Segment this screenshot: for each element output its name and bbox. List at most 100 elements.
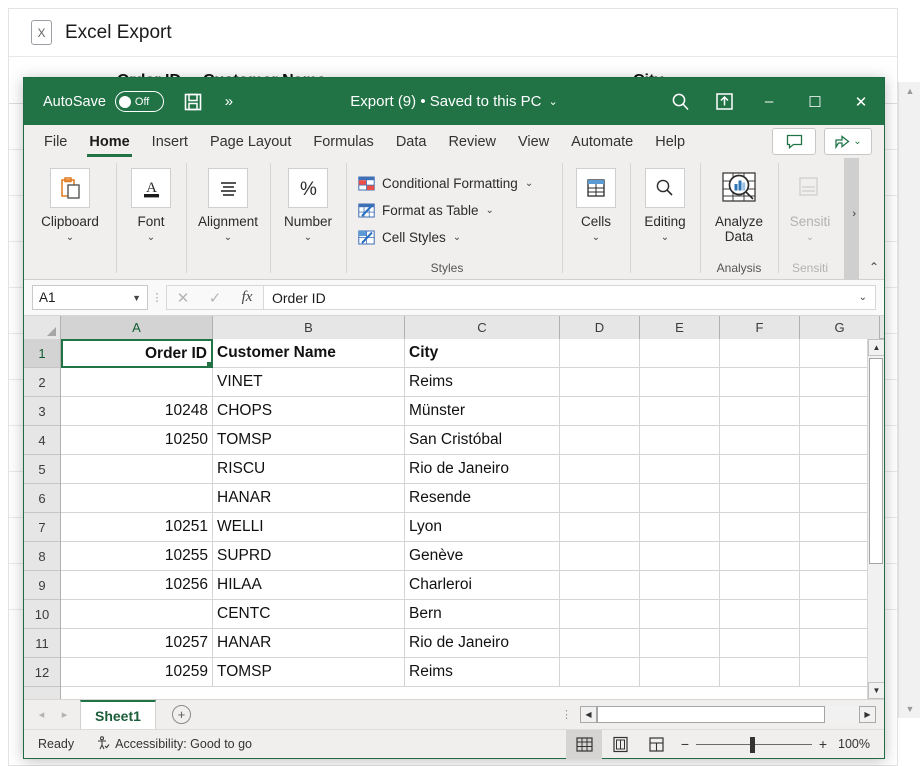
select-all-button[interactable] (24, 316, 61, 339)
column-header-c[interactable]: C (405, 316, 560, 339)
scroll-left-icon[interactable]: ◀ (580, 706, 597, 723)
cell-C11[interactable]: Rio de Janeiro (405, 629, 560, 658)
cell-E3[interactable] (640, 397, 720, 426)
cell-A2[interactable] (61, 368, 213, 397)
cell-D8[interactable] (560, 542, 640, 571)
column-header-b[interactable]: B (213, 316, 405, 339)
row-header-10[interactable]: 10 (24, 600, 60, 629)
conditional-formatting-button[interactable]: Conditional Formatting ⌄ (358, 170, 533, 197)
chevron-down-icon[interactable]: ⌄ (592, 232, 600, 243)
formula-input[interactable]: Order ID ⌄ (263, 285, 876, 310)
alignment-button[interactable]: Alignment ⌄ (186, 164, 270, 243)
tab-automate[interactable]: Automate (561, 130, 643, 153)
tab-file[interactable]: File (34, 130, 77, 153)
cell-F3[interactable] (720, 397, 800, 426)
enter-formula-icon[interactable]: ✓ (199, 289, 231, 307)
cell-C6[interactable]: Resende (405, 484, 560, 513)
cell-F11[interactable] (720, 629, 800, 658)
cell-C8[interactable]: Genève (405, 542, 560, 571)
cell-E8[interactable] (640, 542, 720, 571)
row-header-11[interactable]: 11 (24, 629, 60, 658)
cell-D7[interactable] (560, 513, 640, 542)
formula-bar-grip[interactable]: ⋮ (148, 292, 166, 303)
column-header-f[interactable]: F (720, 316, 800, 339)
expand-formula-bar-icon[interactable]: ⌄ (859, 292, 867, 303)
next-sheet-icon[interactable]: ▸ (53, 708, 76, 721)
cell-B7[interactable]: WELLI (213, 513, 405, 542)
cell-C3[interactable]: Münster (405, 397, 560, 426)
cell-B3[interactable]: CHOPS (213, 397, 405, 426)
cell-F5[interactable] (720, 455, 800, 484)
tab-page-layout[interactable]: Page Layout (200, 130, 301, 153)
add-sheet-button[interactable]: + (171, 705, 191, 724)
chevron-down-icon[interactable]: ⌄ (453, 232, 461, 243)
tab-data[interactable]: Data (386, 130, 437, 153)
row-header-5[interactable]: 5 (24, 455, 60, 484)
cell-E6[interactable] (640, 484, 720, 513)
search-icon[interactable] (658, 78, 702, 125)
cell-F6[interactable] (720, 484, 800, 513)
cell-C1[interactable]: City (405, 339, 560, 368)
cell-A10[interactable] (61, 600, 213, 629)
column-header-e[interactable]: E (640, 316, 720, 339)
cell-D2[interactable] (560, 368, 640, 397)
cell-D1[interactable] (560, 339, 640, 368)
cell-E9[interactable] (640, 571, 720, 600)
tab-insert[interactable]: Insert (142, 130, 198, 153)
ribbon-overflow-arrow[interactable]: › (852, 208, 856, 220)
cell-F8[interactable] (720, 542, 800, 571)
cell-F7[interactable] (720, 513, 800, 542)
row-header-12[interactable]: 12 (24, 658, 60, 687)
cell-D11[interactable] (560, 629, 640, 658)
autosave-toggle[interactable]: Off (114, 91, 164, 112)
cell-E1[interactable] (640, 339, 720, 368)
cell-B6[interactable]: HANAR (213, 484, 405, 513)
upload-icon[interactable] (702, 78, 746, 125)
name-box[interactable]: A1 ▼ (32, 285, 148, 310)
scroll-right-icon[interactable]: ▶ (859, 706, 876, 723)
cell-D5[interactable] (560, 455, 640, 484)
cell-E12[interactable] (640, 658, 720, 687)
chevron-down-icon[interactable]: ⌄ (486, 205, 494, 216)
column-header-d[interactable]: D (560, 316, 640, 339)
cell-A5[interactable] (61, 455, 213, 484)
chevron-down-icon[interactable]: ⌄ (147, 232, 155, 243)
cell-A11[interactable]: 10257 (61, 629, 213, 658)
maximize-button[interactable]: ☐ (792, 78, 838, 125)
cell-A9[interactable]: 10256 (61, 571, 213, 600)
zoom-out-button[interactable]: − (674, 736, 696, 752)
minimize-button[interactable]: – (746, 78, 792, 125)
cell-B12[interactable]: TOMSP (213, 658, 405, 687)
chevron-down-icon[interactable]: ⌄ (525, 178, 533, 189)
cell-E11[interactable] (640, 629, 720, 658)
format-as-table-button[interactable]: Format as Table ⌄ (358, 197, 494, 224)
document-title[interactable]: Export (9) • Saved to this PC (350, 93, 541, 110)
row-header-2[interactable]: 2 (24, 368, 60, 397)
insert-function-icon[interactable]: fx (231, 289, 263, 306)
grid-vertical-scrollbar[interactable]: ▲ ▼ (867, 339, 884, 699)
cell-C12[interactable]: Reims (405, 658, 560, 687)
scroll-up-icon[interactable]: ▲ (899, 82, 920, 100)
hsb-track[interactable] (597, 706, 859, 723)
editing-button[interactable]: Editing ⌄ (630, 164, 700, 243)
tab-review[interactable]: Review (438, 130, 506, 153)
cell-A8[interactable]: 10255 (61, 542, 213, 571)
chevron-down-icon[interactable]: ⌄ (66, 232, 74, 243)
save-icon[interactable] (176, 85, 210, 119)
normal-view-button[interactable] (566, 729, 602, 759)
row-header-6[interactable]: 6 (24, 484, 60, 513)
comments-button[interactable] (772, 128, 816, 155)
close-button[interactable]: ✕ (838, 78, 884, 125)
number-button[interactable]: % Number ⌄ (270, 164, 346, 243)
chevron-down-icon[interactable]: ⌄ (661, 232, 669, 243)
cell-A6[interactable] (61, 484, 213, 513)
ribbon-collapse-button[interactable]: ⌃ (869, 260, 879, 274)
cell-A1[interactable]: Order ID (61, 339, 213, 368)
cell-B9[interactable]: HILAA (213, 571, 405, 600)
cell-F12[interactable] (720, 658, 800, 687)
cell-E5[interactable] (640, 455, 720, 484)
cell-B4[interactable]: TOMSP (213, 426, 405, 455)
cell-A7[interactable]: 10251 (61, 513, 213, 542)
cell-B11[interactable]: HANAR (213, 629, 405, 658)
tab-view[interactable]: View (508, 130, 559, 153)
